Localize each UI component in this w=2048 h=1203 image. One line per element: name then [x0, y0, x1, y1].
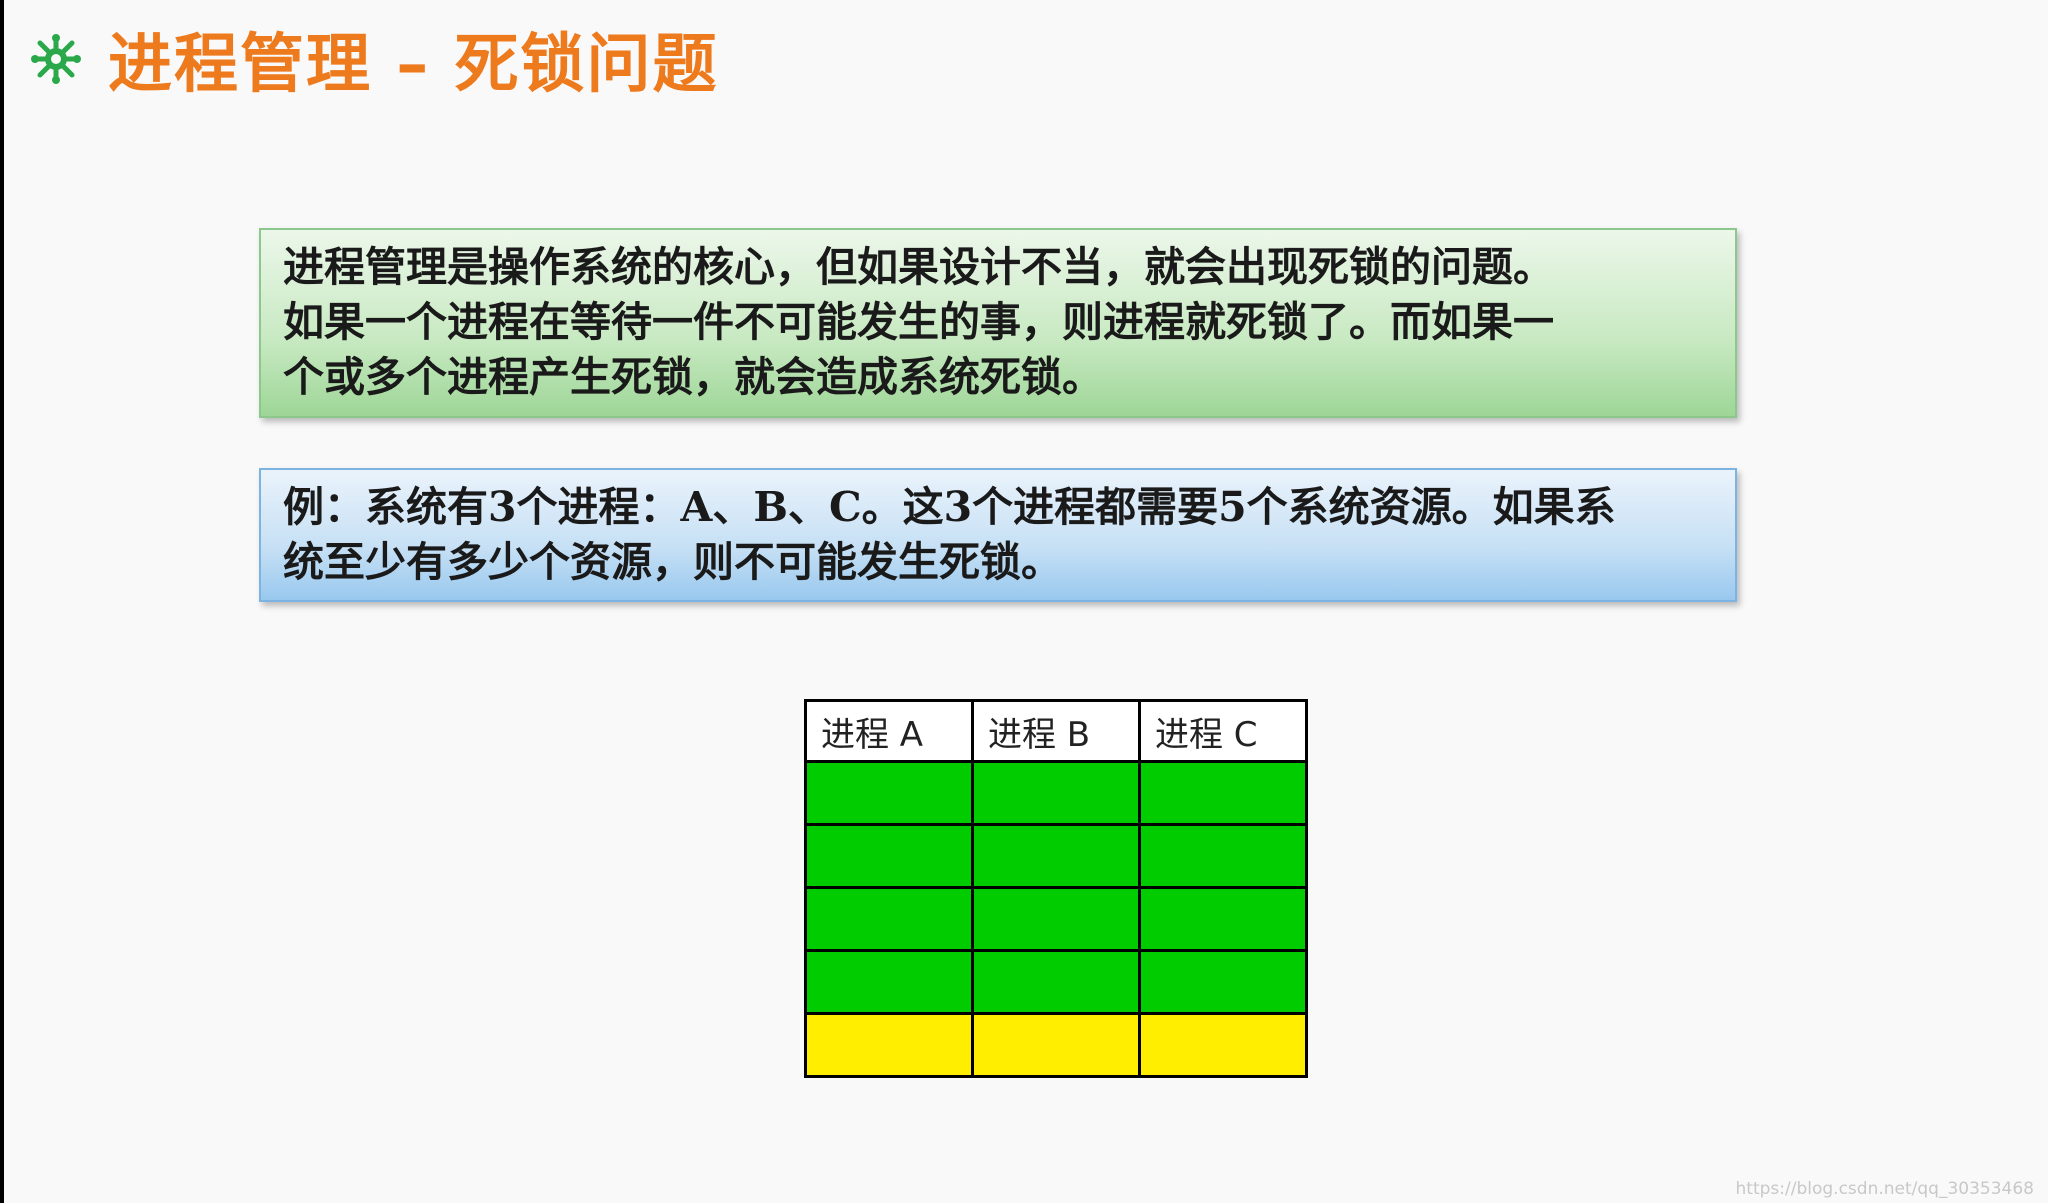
- watermark: https://blog.csdn.net/qq_30353468: [1735, 1179, 2034, 1199]
- resource-rows: [804, 760, 1308, 1078]
- intro-box: 进程管理是操作系统的核心，但如果设计不当，就会出现死锁的问题。 如果一个进程在等…: [259, 228, 1737, 418]
- intro-line: 进程管理是操作系统的核心，但如果设计不当，就会出现死锁的问题。: [283, 243, 1554, 291]
- held-resource-cell: [804, 949, 974, 1015]
- process-b-header: 进程 B: [971, 699, 1141, 763]
- snowflake-bullet-icon: [31, 34, 81, 84]
- intro-line: 如果一个进程在等待一件不可能发生的事，则进程就死锁了。而如果一: [283, 298, 1554, 346]
- held-resource-cell: [971, 760, 1141, 826]
- held-resource-cell: [971, 886, 1141, 952]
- held-resource-cell: [1138, 823, 1308, 889]
- held-resource-cell: [1138, 760, 1308, 826]
- held-resource-cell: [971, 949, 1141, 1015]
- table-row: [804, 760, 1308, 826]
- held-resource-cell: [971, 823, 1141, 889]
- slide: 进程管理 – 死锁问题 进程管理是操作系统的核心，但如果设计不当，就会出现死锁的…: [4, 0, 2048, 1203]
- table-row: [804, 886, 1308, 952]
- table-header-row: 进程 A 进程 B 进程 C: [804, 699, 1308, 763]
- example-box: 例：系统有3个进程：A、B、C。这3个进程都需要5个系统资源。如果系 统至少有多…: [259, 468, 1737, 602]
- held-resource-cell: [1138, 886, 1308, 952]
- example-line: 例：系统有3个进程：A、B、C。这3个进程都需要5个系统资源。如果系: [283, 483, 1616, 531]
- held-resource-cell: [1138, 949, 1308, 1015]
- intro-line: 个或多个进程产生死锁，就会造成系统死锁。: [283, 353, 1103, 401]
- table-row: [804, 1012, 1308, 1078]
- resource-table: 进程 A 进程 B 进程 C: [804, 699, 1308, 1078]
- extra-resource-cell: [971, 1012, 1141, 1078]
- example-line: 统至少有多少个资源，则不可能发生死锁。: [283, 538, 1062, 586]
- title-row: 进程管理 – 死锁问题: [30, 14, 719, 104]
- held-resource-cell: [804, 886, 974, 952]
- process-a-header: 进程 A: [804, 699, 974, 763]
- process-c-header: 进程 C: [1138, 699, 1308, 763]
- table-row: [804, 949, 1308, 1015]
- held-resource-cell: [804, 760, 974, 826]
- table-row: [804, 823, 1308, 889]
- page-title: 进程管理 – 死锁问题: [108, 28, 719, 102]
- extra-resource-cell: [1138, 1012, 1308, 1078]
- extra-resource-cell: [804, 1012, 974, 1078]
- held-resource-cell: [804, 823, 974, 889]
